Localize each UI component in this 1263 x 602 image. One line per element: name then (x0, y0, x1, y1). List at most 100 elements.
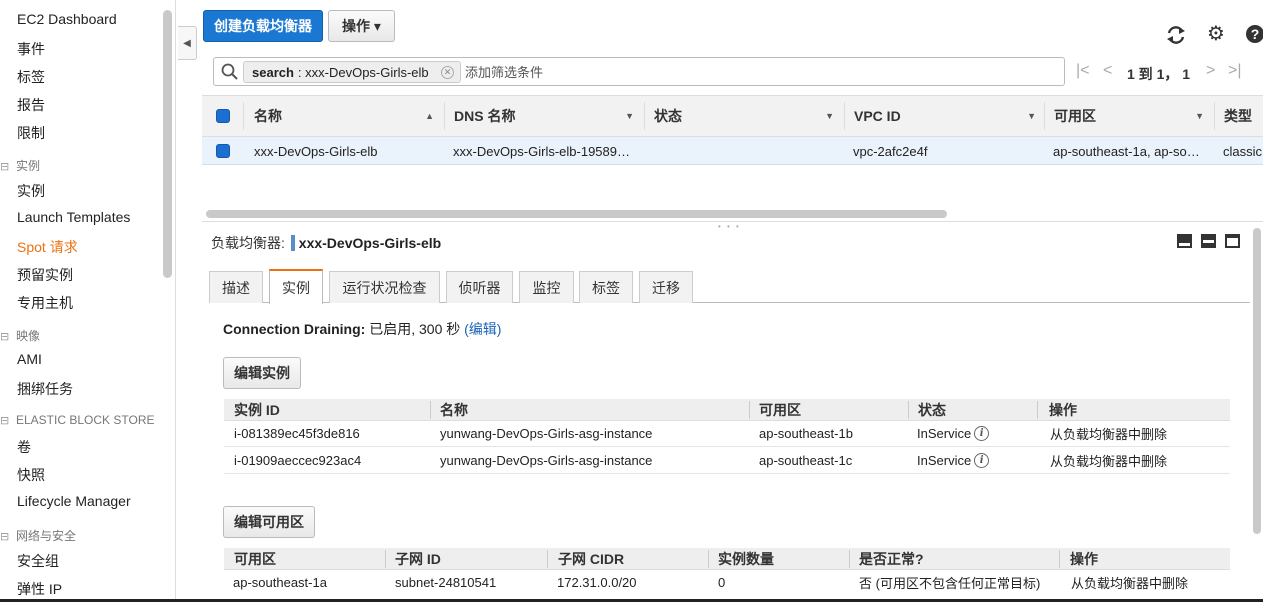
search-bar[interactable]: search: xxx-DevOps-Girls-elb ✕ (213, 57, 1065, 86)
remove-from-lb-link[interactable]: 从负载均衡器中删除 (1050, 420, 1167, 446)
nav-ec2-dashboard[interactable]: EC2 Dashboard (17, 11, 117, 27)
layout-bottom-icon[interactable] (1177, 234, 1192, 248)
cell-type: classic (1223, 143, 1263, 159)
column-name[interactable]: 名称 ▲ (254, 96, 442, 136)
nav-limits[interactable]: 限制 (17, 123, 45, 143)
instance-az: ap-southeast-1c (759, 452, 853, 468)
info-icon[interactable]: i (974, 425, 990, 441)
col-instance-count[interactable]: 实例数量 (718, 548, 774, 569)
nav-instances[interactable]: 实例 (17, 181, 45, 201)
column-dns[interactable]: DNS 名称 ▼ (454, 96, 642, 136)
edit-availability-zones-button[interactable]: 编辑可用区 (223, 506, 315, 538)
tab-tags[interactable]: 标签 (579, 271, 633, 303)
nav-snapshots[interactable]: 快照 (17, 465, 45, 485)
sidebar-scrollbar[interactable] (163, 10, 172, 278)
table-row[interactable]: xxx-DevOps-Girls-elb xxx-DevOps-Girls-el… (202, 137, 1263, 165)
search-input[interactable] (465, 62, 1055, 82)
col-subnet-id[interactable]: 子网 ID (395, 548, 441, 569)
table-row: i-081389ec45f3de816 yunwang-DevOps-Girls… (224, 420, 1230, 447)
col-healthy[interactable]: 是否正常? (859, 548, 924, 569)
create-load-balancer-button[interactable]: 创建负载均衡器 (203, 10, 323, 42)
section-instances[interactable]: ⊟ 实例 (0, 157, 40, 174)
section-ebs[interactable]: ⊟ ELASTIC BLOCK STORE (0, 413, 155, 427)
info-icon[interactable]: i (974, 452, 990, 468)
tab-health-check[interactable]: 运行状况检查 (329, 271, 440, 303)
column-type[interactable]: 类型 (1224, 96, 1252, 136)
edit-instances-button[interactable]: 编辑实例 (223, 357, 301, 389)
nav-launch-templates[interactable]: Launch Templates (17, 209, 130, 225)
tab-description[interactable]: 描述 (209, 271, 263, 303)
remove-az-link[interactable]: 从负载均衡器中删除 (1071, 569, 1188, 595)
nav-tags[interactable]: 标签 (17, 67, 45, 87)
collapse-icon[interactable]: ⊟ (0, 330, 10, 343)
tab-monitoring[interactable]: 监控 (519, 271, 574, 303)
column-divider (644, 102, 645, 130)
sort-icon[interactable]: ▼ (1195, 111, 1204, 121)
column-vpc-id[interactable]: VPC ID ▼ (854, 96, 1044, 136)
sort-asc-icon[interactable]: ▲ (425, 111, 434, 121)
nav-events[interactable]: 事件 (17, 39, 45, 59)
nav-volumes[interactable]: 卷 (17, 437, 31, 457)
layout-split-icon[interactable] (1201, 234, 1216, 248)
sort-icon[interactable]: ▼ (825, 111, 834, 121)
nav-reserved-instances[interactable]: 预留实例 (17, 265, 73, 285)
col-subnet-cidr[interactable]: 子网 CIDR (558, 548, 624, 569)
col-instance-actions[interactable]: 操作 (1049, 399, 1077, 420)
layout-full-icon[interactable] (1225, 234, 1240, 248)
next-page-icon[interactable]: > (1206, 62, 1215, 80)
col-instance-name[interactable]: 名称 (440, 399, 468, 420)
column-divider (444, 102, 445, 130)
col-instance-az[interactable]: 可用区 (759, 399, 801, 420)
nav-reports[interactable]: 报告 (17, 95, 45, 115)
tab-instances[interactable]: 实例 (269, 269, 323, 304)
nav-bundle-tasks[interactable]: 捆绑任务 (17, 379, 73, 399)
help-icon[interactable]: ? (1245, 24, 1263, 49)
horizontal-scrollbar[interactable] (206, 210, 947, 218)
nav-ami[interactable]: AMI (17, 351, 42, 367)
nav-lifecycle-manager[interactable]: Lifecycle Manager (17, 493, 131, 509)
nav-elastic-ip[interactable]: 弹性 IP (17, 579, 62, 599)
actions-dropdown-button[interactable]: 操作 ▾ (328, 10, 395, 42)
col-instance-id[interactable]: 实例 ID (234, 399, 280, 420)
prev-page-icon[interactable]: < (1103, 62, 1112, 80)
tab-migration[interactable]: 迁移 (639, 271, 693, 303)
last-page-icon[interactable]: >| (1228, 62, 1242, 80)
first-page-icon[interactable]: |< (1076, 62, 1090, 80)
collapse-sidebar-button[interactable]: ◀ (178, 26, 197, 60)
column-status[interactable]: 状态 ▼ (654, 96, 842, 136)
table-row: ap-southeast-1a subnet-24810541 172.31.0… (224, 569, 1230, 594)
row-checkbox[interactable] (216, 144, 230, 158)
column-az[interactable]: 可用区 ▼ (1054, 96, 1212, 136)
sort-icon[interactable]: ▼ (625, 111, 634, 121)
select-all-checkbox[interactable] (216, 109, 230, 123)
col-instance-state[interactable]: 状态 (918, 399, 946, 420)
edit-draining-link[interactable]: (编辑) (464, 321, 501, 337)
collapse-icon[interactable]: ⊟ (0, 160, 10, 173)
resize-handle[interactable]: • • • (718, 222, 741, 231)
filter-chip[interactable]: search: xxx-DevOps-Girls-elb ✕ (243, 61, 461, 83)
pagination: |< < 1 到 1， 1 > >| (1076, 62, 1256, 84)
collapse-icon[interactable]: ⊟ (0, 414, 10, 427)
refresh-icon[interactable] (1165, 24, 1187, 51)
instance-state: InService i (917, 420, 990, 446)
column-divider (1059, 550, 1060, 568)
instance-id-link[interactable]: i-01909aeccec923ac4 (234, 447, 361, 473)
close-icon[interactable]: ✕ (441, 66, 454, 79)
collapse-icon[interactable]: ⊟ (0, 530, 10, 543)
tab-listeners[interactable]: 侦听器 (446, 271, 513, 303)
section-images[interactable]: ⊟ 映像 (0, 327, 40, 344)
subnet-cidr: 172.31.0.0/20 (557, 574, 637, 590)
nav-dedicated-hosts[interactable]: 专用主机 (17, 293, 73, 313)
col-az[interactable]: 可用区 (234, 548, 276, 569)
page-range: 1 到 1， 1 (1127, 66, 1191, 82)
section-network-security[interactable]: ⊟ 网络与安全 (0, 527, 76, 544)
gear-icon[interactable]: ⚙ (1207, 24, 1225, 44)
column-divider (908, 401, 909, 419)
instance-id-link[interactable]: i-081389ec45f3de816 (234, 420, 360, 446)
nav-spot-requests[interactable]: Spot 请求 (17, 237, 78, 257)
nav-security-groups[interactable]: 安全组 (17, 551, 59, 571)
remove-from-lb-link[interactable]: 从负载均衡器中删除 (1050, 447, 1167, 473)
vertical-scrollbar[interactable] (1253, 228, 1261, 534)
col-az-actions[interactable]: 操作 (1070, 548, 1098, 569)
sort-icon[interactable]: ▼ (1027, 111, 1036, 121)
